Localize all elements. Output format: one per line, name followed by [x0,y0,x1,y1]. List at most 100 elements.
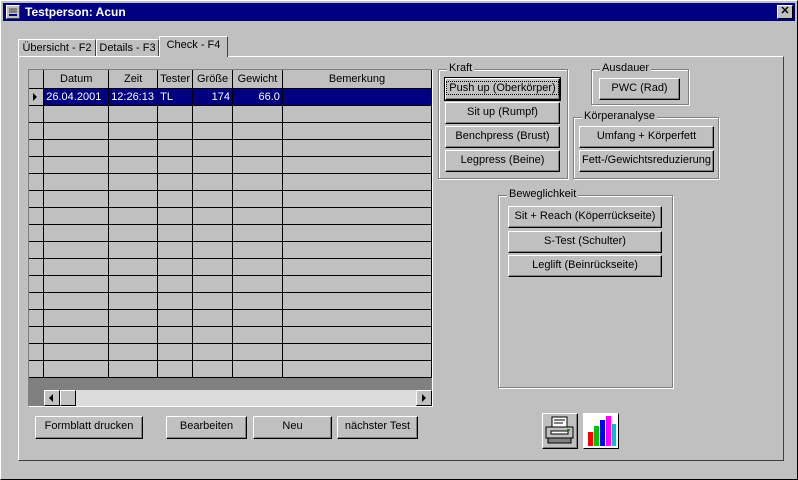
table-row[interactable]: 26.04.2001 12:26:13 TL 174 66.0 [29,88,432,106]
grid-cell[interactable] [43,190,110,208]
grid-cell[interactable] [232,173,283,191]
grid-cell[interactable] [108,190,159,208]
grid-cell[interactable] [108,105,159,123]
grid-cell[interactable] [282,224,432,242]
grid-cell[interactable] [157,309,194,327]
table-row[interactable] [29,224,432,242]
print-button[interactable] [542,413,578,449]
grid-cell[interactable] [282,326,432,344]
grid-cell[interactable] [108,292,159,310]
grid-cell[interactable] [43,258,110,276]
grid-cell[interactable] [43,360,110,378]
grid-cell[interactable] [157,156,194,174]
grid-cell[interactable] [43,309,110,327]
grid-cell[interactable] [282,343,432,361]
row-selector[interactable] [29,156,45,174]
sit-reach-button[interactable]: Sit + Reach (Köperrückseite) [508,206,662,228]
row-selector[interactable] [29,122,45,140]
grid-cell[interactable] [232,360,283,378]
grid-cell[interactable] [282,309,432,327]
grid-cell[interactable] [282,190,432,208]
grid-cell[interactable] [232,275,283,293]
grid-cell[interactable] [282,105,432,123]
scroll-right-button[interactable] [416,390,432,406]
leglift-button[interactable]: Leglift (Beinrückseite) [508,255,662,277]
table-row[interactable] [29,309,432,327]
edit-button[interactable]: Bearbeiten [166,416,247,439]
grid-cell[interactable] [157,207,194,225]
fett-gewichtsreduzierung-button[interactable]: Fett-/Gewichtsreduzierung [579,150,714,172]
grid-cell[interactable] [282,241,432,259]
column-header-datum[interactable]: Datum [43,70,110,89]
row-selector[interactable] [29,258,45,276]
table-row[interactable] [29,190,432,208]
row-selector[interactable] [29,275,45,293]
row-selector[interactable] [29,139,45,157]
cell-tester[interactable]: TL [157,88,194,106]
grid-cell[interactable] [232,190,283,208]
grid-cell[interactable] [192,309,234,327]
grid-cell[interactable] [157,122,194,140]
s-test-button[interactable]: S-Test (Schulter) [508,231,662,253]
table-row[interactable] [29,343,432,361]
grid-cell[interactable] [192,343,234,361]
cell-groesse[interactable]: 174 [192,88,234,106]
table-row[interactable] [29,156,432,174]
table-row[interactable] [29,105,432,123]
table-row[interactable] [29,139,432,157]
column-header-zeit[interactable]: Zeit [108,70,159,89]
grid-cell[interactable] [157,173,194,191]
grid-cell[interactable] [232,156,283,174]
grid-cell[interactable] [282,360,432,378]
grid-cell[interactable] [108,258,159,276]
grid-cell[interactable] [157,139,194,157]
row-selector[interactable] [29,207,45,225]
push-up-button[interactable]: Push up (Oberkörper) [444,77,561,101]
column-header-tester[interactable]: Tester [157,70,194,89]
grid-cell[interactable] [157,326,194,344]
check-grid[interactable]: Datum Zeit Tester Größe Gewicht Bemerkun… [28,69,433,407]
grid-cell[interactable] [192,122,234,140]
row-selector[interactable] [29,292,45,310]
grid-cell[interactable] [43,292,110,310]
benchpress-button[interactable]: Benchpress (Brust) [445,126,560,148]
row-selector[interactable] [29,326,45,344]
grid-cell[interactable] [192,326,234,344]
grid-cell[interactable] [108,173,159,191]
grid-cell[interactable] [108,207,159,225]
table-row[interactable] [29,207,432,225]
close-button[interactable]: ✕ [777,5,793,19]
sit-up-button[interactable]: Sit up (Rumpf) [445,102,560,124]
table-row[interactable] [29,275,432,293]
row-selector[interactable] [29,190,45,208]
column-header-groesse[interactable]: Größe [192,70,234,89]
grid-cell[interactable] [282,139,432,157]
grid-cell[interactable] [108,224,159,242]
grid-cell[interactable] [43,326,110,344]
grid-cell[interactable] [282,156,432,174]
table-row[interactable] [29,292,432,310]
grid-cell[interactable] [43,173,110,191]
grid-cell[interactable] [282,275,432,293]
tab-uebersicht[interactable]: Übersicht - F2 [18,39,96,57]
grid-cell[interactable] [192,190,234,208]
grid-cell[interactable] [192,292,234,310]
grid-cell[interactable] [157,190,194,208]
grid-cell[interactable] [43,139,110,157]
grid-cell[interactable] [43,275,110,293]
grid-cell[interactable] [232,343,283,361]
scroll-thumb[interactable] [60,390,76,406]
grid-cell[interactable] [232,105,283,123]
table-row[interactable] [29,241,432,259]
grid-cell[interactable] [108,360,159,378]
row-selector[interactable] [29,309,45,327]
grid-cell[interactable] [157,360,194,378]
grid-cell[interactable] [192,360,234,378]
row-selector[interactable] [29,105,45,123]
grid-cell[interactable] [43,207,110,225]
grid-cell[interactable] [192,207,234,225]
grid-cell[interactable] [43,156,110,174]
row-selector[interactable] [29,360,45,378]
grid-cell[interactable] [108,275,159,293]
grid-cell[interactable] [43,105,110,123]
